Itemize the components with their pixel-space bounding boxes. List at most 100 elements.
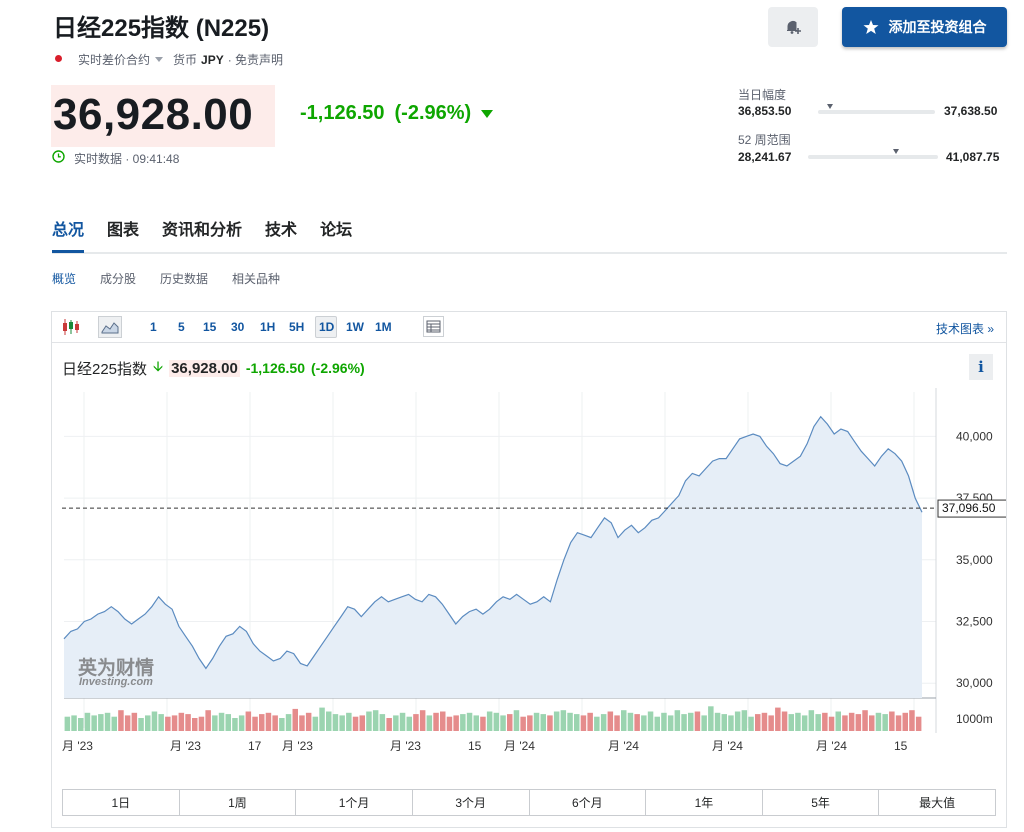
instrument-meta: 实时差价合约 货币 JPY · 免责声明 [78,51,283,68]
volume-bar [775,707,781,731]
volume-bar [641,715,647,731]
watermark-en: Investing.com [79,676,153,688]
area-chart-button[interactable] [98,316,122,338]
volume-bar [232,718,238,731]
add-to-portfolio-label: 添加至投资组合 [888,19,987,35]
timeframe-30[interactable]: 30 [231,320,244,334]
volume-bar [64,716,71,731]
volume-bar [285,714,292,731]
volume-bar [909,710,915,731]
volume-bar [627,712,634,731]
realtime-status: 实时数据 · 09:41:48 [74,152,180,166]
period-1w[interactable]: 1周 [180,790,297,815]
period-6m[interactable]: 6个月 [530,790,647,815]
info-icon[interactable]: i [969,354,993,380]
volume-bar [433,712,439,731]
tab-forum[interactable]: 论坛 [320,216,352,240]
tab-overview[interactable]: 总况 [52,216,84,240]
volume-bar [822,712,828,731]
candlestick-icon[interactable] [61,318,81,336]
volume-bar [299,715,305,731]
volume-bar [151,711,158,731]
volume-bar [500,715,506,731]
y-tick-label: 30,000 [956,676,993,690]
volume-bar [755,714,761,731]
subtab-related[interactable]: 相关品种 [232,270,280,287]
volume-bar [352,716,359,731]
caret-down-icon[interactable] [155,57,164,62]
currency-value: JPY [201,52,224,67]
period-1y[interactable]: 1年 [646,790,763,815]
sub-tabs: 概览 成分股 历史数据 相关品种 [52,270,280,287]
volume-bar [533,712,540,731]
volume-bar [875,712,882,731]
tab-chart[interactable]: 图表 [107,216,139,240]
volume-bar [165,716,171,731]
volume-bar [915,716,922,731]
volume-bar [902,712,908,731]
timeframe-15[interactable]: 15 [203,320,216,334]
volume-bar [319,707,325,731]
subtab-historical-data[interactable]: 历史数据 [160,270,208,287]
volume-bar [493,712,500,731]
period-max[interactable]: 最大值 [879,790,995,815]
bell-plus-icon [787,20,801,34]
timeframe-1w[interactable]: 1W [346,320,364,334]
volume-bar [259,714,265,731]
tab-news-analysis[interactable]: 资讯和分析 [162,216,242,240]
volume-bar [520,716,526,731]
volume-bar [855,714,862,731]
timeframe-1d[interactable]: 1D [319,320,334,334]
volume-bar [768,715,774,731]
timeframe-1h[interactable]: 1H [260,320,275,334]
timeframe-5[interactable]: 5 [178,320,185,334]
chart-legend: 日经225指数 🡫 36,928.00 -1,126.50 (-2.96%) [62,356,365,380]
volume-bar [600,714,607,731]
add-to-portfolio-button[interactable]: 添加至投资组合 [842,7,1007,47]
volume-bar [667,715,674,731]
volume-bar [869,715,875,731]
volume-bar [192,718,198,731]
subtab-components[interactable]: 成分股 [100,270,136,287]
tab-technical[interactable]: 技术 [265,216,297,240]
currency-label: 货币 [173,53,198,67]
volume-bar [413,714,419,731]
chart-change: -1,126.50 [245,360,305,376]
volume-bar [453,715,459,731]
volume-bar [486,711,493,731]
technical-chart-link[interactable]: 技术图表 » [936,320,994,337]
x-tick-label: 月 '23 [170,739,201,753]
volume-bar [265,712,272,731]
disclaimer-link[interactable]: · 免责声明 [228,51,283,68]
volume-bar [594,716,600,731]
volume-bar [507,714,513,731]
last-price: 36,928.00 [53,90,254,139]
period-5y[interactable]: 5年 [763,790,880,815]
period-3m[interactable]: 3个月 [413,790,530,815]
instrument-type[interactable]: 实时差价合约 [78,51,150,68]
create-alert-button[interactable] [768,7,818,47]
volume-bar [701,715,707,731]
timeframe-1m[interactable]: 1M [375,320,392,334]
volume-bar [118,710,124,731]
volume-bar [734,711,741,731]
price-chart[interactable]: 30,00032,50035,00037,50040,0001000m 月 '2… [52,388,1006,760]
timeframe-1[interactable]: 1 [150,320,157,334]
volume-bar [359,715,365,731]
volume-bar [426,715,433,731]
volume-bar [91,715,97,731]
volume-bar [279,718,285,731]
volume-bar [842,715,848,731]
period-1m[interactable]: 1个月 [296,790,413,815]
timeframe-5h[interactable]: 5H [289,320,304,334]
volume-bar [560,710,567,731]
volume-bar [339,715,345,731]
volume-bar [580,715,587,731]
volume-bar [889,711,895,731]
chart-settings-button[interactable] [423,316,444,337]
subtab-summary[interactable]: 概览 [52,270,76,287]
volume-bar [305,712,312,731]
volume-bar [741,710,748,731]
period-1d[interactable]: 1日 [63,790,180,815]
clock-icon [52,150,65,163]
